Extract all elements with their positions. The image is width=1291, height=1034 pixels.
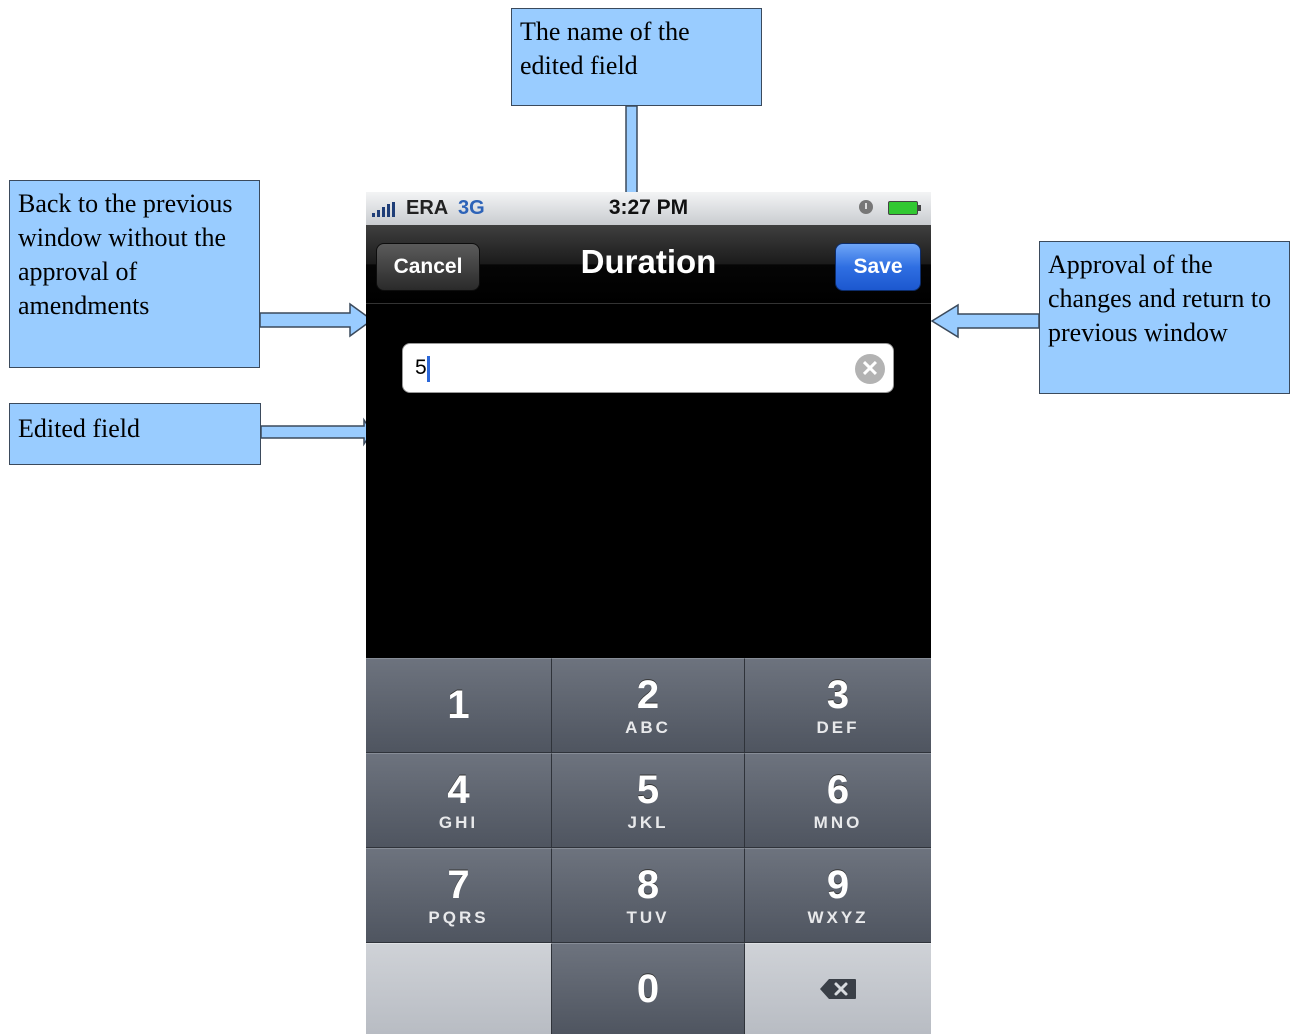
key-6[interactable]: 6 MNO [745, 753, 931, 848]
key-digit: 9 [826, 862, 850, 907]
key-9[interactable]: 9 WXYZ [745, 848, 931, 943]
save-button[interactable]: Save [835, 243, 921, 291]
key-digit: 3 [826, 672, 850, 717]
save-arrow [930, 303, 1040, 339]
key-8[interactable]: 8 TUV [552, 848, 745, 943]
key-letters: WXYZ [807, 907, 869, 927]
key-digit: 4 [447, 767, 470, 812]
key-letters: JKL [627, 812, 669, 832]
field-arrow [260, 417, 373, 447]
duration-input[interactable]: 5 ✕ [402, 343, 894, 393]
key-letters: DEF [816, 717, 860, 737]
key-digit: 7 [447, 862, 470, 907]
key-digit: 0 [636, 967, 660, 1011]
key-0[interactable]: 0 [552, 943, 745, 1034]
key-5[interactable]: 5 JKL [552, 753, 745, 848]
clear-icon[interactable]: ✕ [855, 354, 885, 384]
content-area: 5 ✕ [366, 304, 931, 658]
backspace-icon [819, 978, 857, 1000]
key-digit: 6 [826, 767, 850, 812]
key-digit: 5 [636, 767, 660, 812]
backspace-key[interactable] [745, 943, 931, 1034]
input-value: 5 [415, 356, 427, 379]
battery-icon [888, 201, 921, 215]
key-7[interactable]: 7 PQRS [366, 848, 552, 943]
numeric-keypad: 1 2 ABC 3 DEF 4 GHI 5 JKL 6 MNO 7 PQRS 8 [366, 658, 931, 1034]
key-digit: 1 [447, 682, 470, 727]
key-digit: 2 [636, 672, 660, 717]
key-1[interactable]: 1 [366, 658, 552, 753]
alarm-icon [859, 200, 873, 214]
key-letters: TUV [626, 907, 670, 927]
key-letters: MNO [813, 812, 863, 832]
key-4[interactable]: 4 GHI [366, 753, 552, 848]
status-time: 3:27 PM [608, 196, 689, 219]
navigation-bar: Cancel Duration Save [366, 225, 931, 304]
phone-screen: ERA 3G 3:27 PM Cancel Duration Save 5 ✕ … [366, 192, 931, 1034]
key-blank [366, 943, 552, 1034]
key-letters: GHI [438, 812, 479, 832]
key-digit: 8 [636, 862, 660, 907]
cancel-arrow [259, 302, 374, 338]
status-bar: ERA 3G 3:27 PM [366, 192, 931, 225]
key-2[interactable]: 2 ABC [552, 658, 745, 753]
key-3[interactable]: 3 DEF [745, 658, 931, 753]
key-letters: ABC [625, 717, 671, 737]
text-cursor [427, 356, 430, 382]
key-letters: PQRS [428, 907, 489, 927]
